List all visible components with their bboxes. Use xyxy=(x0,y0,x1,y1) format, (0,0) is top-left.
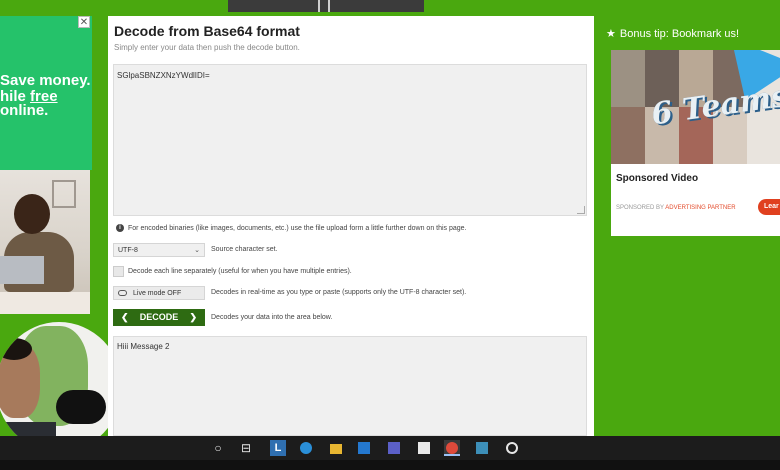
sponsored-ad-card[interactable]: 6 Teams Sponsored Video SPONSORED BY ADV… xyxy=(611,50,780,236)
each-line-label: Decode each line separately (useful for … xyxy=(128,268,352,275)
star-icon: ★ xyxy=(606,28,616,40)
laptop-image xyxy=(0,256,44,284)
close-icon[interactable]: ✕ xyxy=(78,16,90,28)
toggle-icon xyxy=(118,290,127,296)
right-sidebar: ★ Bonus tip: Bookmark us! 6 Teams Sponsor… xyxy=(594,16,780,436)
ad-line-1: Save money. xyxy=(0,72,91,89)
ad-image[interactable]: 6 Teams xyxy=(611,50,780,164)
decode-panel: Decode from Base64 format Simply enter y… xyxy=(108,16,594,436)
top-strip xyxy=(0,0,780,16)
input-textarea[interactable]: SGlpaSBNZXNzYWdlIDI= xyxy=(113,64,587,216)
screen-bottom-edge xyxy=(0,460,780,470)
windows-taskbar: ○ ⊟ L xyxy=(0,436,780,460)
chevron-left-icon: ❮ xyxy=(121,312,129,322)
sponsored-title[interactable]: Sponsored Video xyxy=(616,173,698,184)
left-ad-banner[interactable]: ✕ Save money. hile free online. xyxy=(0,16,92,170)
webcam-overlay xyxy=(0,322,122,452)
charset-value: UTF-8 xyxy=(118,247,138,254)
output-value: Hiii Message 2 xyxy=(117,342,170,351)
task-view-icon[interactable]: ⊟ xyxy=(238,440,254,456)
chevron-right-icon: ❯ xyxy=(189,312,197,322)
page-subtitle: Simply enter your data then push the dec… xyxy=(114,43,300,52)
chrome-icon[interactable] xyxy=(444,440,460,456)
charset-select[interactable]: UTF-8 ⌄ xyxy=(113,243,205,257)
browser-tab-strip xyxy=(228,0,424,12)
info-icon: i xyxy=(116,224,124,232)
search-icon[interactable]: ○ xyxy=(210,440,226,456)
charset-label: Source character set. xyxy=(211,246,278,253)
decode-description: Decodes your data into the area below. xyxy=(211,314,333,321)
app-circle-icon[interactable] xyxy=(504,440,520,456)
page-title: Decode from Base64 format xyxy=(114,23,300,39)
notepad-icon[interactable] xyxy=(416,440,432,456)
output-textarea[interactable]: Hiii Message 2 xyxy=(113,336,587,436)
microphone-icon xyxy=(56,390,106,424)
binary-note-text: For encoded binaries (like images, docum… xyxy=(128,224,467,232)
sponsored-by: SPONSORED BY ADVERTISING PARTNER xyxy=(616,205,736,211)
ad-line-3: online. xyxy=(0,102,49,119)
teams-icon[interactable] xyxy=(386,440,402,456)
each-line-checkbox[interactable] xyxy=(113,266,124,277)
learn-more-button[interactable]: Lear xyxy=(758,199,780,215)
bonus-tip: ★ Bonus tip: Bookmark us! xyxy=(606,28,740,40)
input-value: SGlpaSBNZXNzYWdlIDI= xyxy=(117,71,210,80)
resize-handle-icon[interactable] xyxy=(577,206,585,214)
chevron-down-icon: ⌄ xyxy=(194,247,200,254)
ad-photo xyxy=(0,170,90,314)
binary-note: i For encoded binaries (like images, docu… xyxy=(116,224,467,232)
edge-icon[interactable] xyxy=(298,440,314,456)
decode-button[interactable]: ❮ DECODE ❯ xyxy=(113,309,205,326)
app-icon[interactable] xyxy=(474,440,490,456)
live-mode-description: Decodes in real-time as you type or past… xyxy=(211,289,467,296)
mail-icon[interactable] xyxy=(356,440,372,456)
app-l-icon[interactable]: L xyxy=(270,440,286,456)
file-explorer-icon[interactable] xyxy=(328,440,344,456)
live-mode-toggle[interactable]: Live mode OFF xyxy=(113,286,205,300)
